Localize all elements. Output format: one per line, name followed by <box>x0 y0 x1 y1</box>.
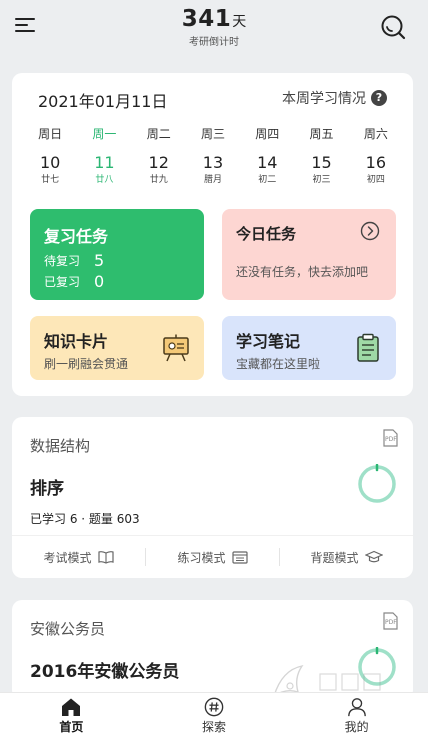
today-tasks-tile[interactable]: 今日任务 还没有任务，快去添加吧 <box>222 209 396 300</box>
pending-review-count: 5 <box>94 251 105 270</box>
weekday-label: 周六 <box>363 127 388 141</box>
week-calendar: 周日 10 廿七 周一 11 廿八 周二 12 廿九 周三 13 腊月 周四 1… <box>23 125 403 187</box>
lunar-date: 初三 <box>312 175 331 185</box>
day-number: 12 <box>148 153 169 172</box>
pdf-export-icon[interactable]: PDF <box>381 428 401 448</box>
search-icon[interactable] <box>380 14 406 40</box>
nav-explore[interactable]: 探索 <box>143 693 286 736</box>
lunar-date: 廿七 <box>41 175 60 185</box>
exam-mode-button[interactable]: 考试模式 <box>12 549 145 566</box>
countdown-label: 考研倒计时 <box>189 37 239 48</box>
graduation-cap-icon <box>364 550 383 563</box>
profile-icon <box>347 698 366 717</box>
done-review-row: 已复习 0 <box>44 272 104 291</box>
lunar-date: 廿八 <box>95 175 114 185</box>
review-tasks-title: 复习任务 <box>44 227 109 246</box>
nav-home[interactable]: 首页 <box>0 693 143 736</box>
svg-text:PDF: PDF <box>385 436 397 443</box>
study-notes-title: 学习笔记 <box>236 332 301 351</box>
lunar-date: 初二 <box>258 175 277 185</box>
app-header: 341天 考研倒计时 <box>0 0 428 62</box>
done-review-count: 0 <box>94 272 105 291</box>
countdown-unit: 天 <box>232 14 247 30</box>
nav-profile-label: 我的 <box>344 720 369 734</box>
calendar-day[interactable]: 周三 13 腊月 <box>186 125 240 187</box>
lunar-date: 腊月 <box>203 175 222 185</box>
deck-subject: 数据结构 <box>30 437 91 455</box>
nav-profile[interactable]: 我的 <box>285 693 428 736</box>
pdf-export-icon[interactable]: PDF <box>381 611 401 631</box>
calendar-list-icon <box>231 551 248 564</box>
calendar-day[interactable]: 周五 15 初三 <box>294 125 348 187</box>
day-number: 15 <box>311 153 332 172</box>
knowledge-cards-desc: 刷一刷融会贯通 <box>44 357 129 371</box>
exam-countdown: 341天 考研倒计时 <box>0 6 428 48</box>
deck-title: 排序 <box>30 479 64 499</box>
weekday-label: 周三 <box>200 127 225 141</box>
deck-title: 2016年安徽公务员 <box>30 662 180 682</box>
knowledge-cards-title: 知识卡片 <box>44 332 109 351</box>
weekday-label: 周二 <box>146 127 171 141</box>
day-number: 11 <box>94 153 115 172</box>
memorize-mode-button[interactable]: 背题模式 <box>280 549 413 566</box>
knowledge-cards-tile[interactable]: 知识卡片 刷一刷融会贯通 <box>30 316 204 380</box>
memorize-mode-label: 背题模式 <box>310 550 359 565</box>
lunar-date: 初四 <box>366 175 385 185</box>
exam-mode-label: 考试模式 <box>43 550 92 565</box>
svg-text:PDF: PDF <box>385 619 397 626</box>
clipboard-icon <box>357 333 379 362</box>
done-review-label: 已复习 <box>44 275 81 289</box>
day-number: 14 <box>257 153 278 172</box>
practice-mode-button[interactable]: 练习模式 <box>146 549 279 566</box>
pending-review-label: 待复习 <box>44 254 81 268</box>
weekday-label: 周日 <box>38 127 63 141</box>
pending-review-row: 待复习 5 <box>44 251 104 270</box>
study-notes-desc: 宝藏都在这里啦 <box>236 357 321 371</box>
review-tasks-tile[interactable]: 复习任务 待复习 5 已复习 0 <box>30 209 204 300</box>
presentation-board-icon <box>163 334 189 362</box>
calendar-day[interactable]: 周六 16 初四 <box>349 125 403 187</box>
weekday-label: 周四 <box>255 127 280 141</box>
weekday-label: 周五 <box>309 127 334 141</box>
calendar-day[interactable]: 周四 14 初二 <box>240 125 294 187</box>
nav-home-label: 首页 <box>59 720 84 734</box>
lunar-date: 廿九 <box>149 175 168 185</box>
calendar-day[interactable]: 周日 10 廿七 <box>23 125 77 187</box>
weekday-label: 周一 <box>92 127 117 141</box>
nav-explore-label: 探索 <box>202 720 227 734</box>
bottom-nav: 首页 探索 我的 <box>0 692 428 736</box>
today-tasks-title: 今日任务 <box>236 225 297 243</box>
day-number: 16 <box>365 153 386 172</box>
calendar-day[interactable]: 周二 12 廿九 <box>132 125 186 187</box>
help-icon[interactable]: ? <box>371 90 387 106</box>
practice-mode-label: 练习模式 <box>177 550 226 565</box>
countdown-number: 341 <box>181 6 232 32</box>
day-number: 13 <box>202 153 224 172</box>
deck-stats: 已学习 6 · 题量 603 <box>30 512 140 526</box>
weekly-study-label: 本周学习情况 <box>282 91 366 107</box>
deck-card[interactable]: 数据结构 PDF 排序 已学习 6 · 题量 603 考试模式 练习模式 背题模… <box>12 417 413 578</box>
hashtag-icon <box>204 697 224 717</box>
weekly-study-link[interactable]: 本周学习情况 ? <box>282 88 387 108</box>
deck-subject: 安徽公务员 <box>30 620 106 638</box>
progress-ring <box>358 464 396 503</box>
current-date: 2021年01月11日 <box>38 92 168 111</box>
today-tasks-desc: 还没有任务，快去添加吧 <box>236 265 369 279</box>
study-mode-bar: 考试模式 练习模式 背题模式 <box>12 535 413 578</box>
study-notes-tile[interactable]: 学习笔记 宝藏都在这里啦 <box>222 316 396 380</box>
chevron-right-circle-icon[interactable] <box>360 221 380 241</box>
overview-card: 2021年01月11日 本周学习情况 ? 周日 10 廿七 周一 11 廿八 周… <box>12 73 413 396</box>
calendar-day-today[interactable]: 周一 11 廿八 <box>77 125 131 187</box>
open-book-icon <box>97 551 114 564</box>
day-number: 10 <box>39 153 61 172</box>
home-icon <box>62 698 81 716</box>
